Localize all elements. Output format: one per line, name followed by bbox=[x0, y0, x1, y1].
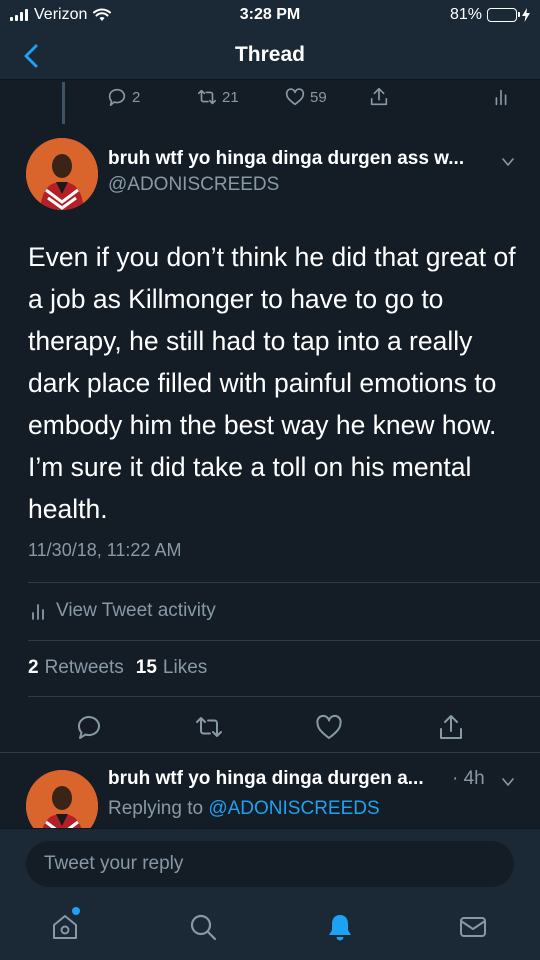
prev-analytics-button[interactable] bbox=[490, 86, 512, 108]
reply-author-name[interactable]: bruh wtf yo hinga dinga durgen a... bbox=[108, 768, 424, 790]
view-tweet-activity-link[interactable]: View Tweet activity bbox=[30, 600, 216, 622]
search-icon bbox=[190, 914, 217, 941]
divider bbox=[28, 696, 540, 697]
tab-messages[interactable] bbox=[456, 910, 490, 944]
home-icon bbox=[53, 915, 77, 939]
tab-notifications[interactable] bbox=[323, 910, 357, 944]
prev-like-count: 59 bbox=[310, 88, 327, 106]
author-handle[interactable]: @ADONISCREEDS bbox=[108, 174, 279, 196]
retweet-icon bbox=[196, 717, 222, 737]
share-icon bbox=[370, 87, 388, 106]
share-button[interactable] bbox=[436, 712, 466, 742]
reply-input-placeholder: Tweet your reply bbox=[44, 853, 184, 874]
chevron-down-icon[interactable] bbox=[500, 774, 516, 790]
replying-to-handle[interactable]: @ADONISCREEDS bbox=[208, 798, 379, 819]
tab-home[interactable] bbox=[48, 910, 82, 944]
retweet-label[interactable]: Retweets bbox=[45, 657, 124, 679]
prev-reply-count: 2 bbox=[132, 88, 141, 106]
tweet-text: Even if you don’t think he did that grea… bbox=[28, 242, 516, 524]
divider bbox=[28, 640, 540, 641]
activity-label: View Tweet activity bbox=[56, 600, 216, 621]
envelope-icon bbox=[460, 917, 486, 937]
heart-icon bbox=[316, 714, 342, 739]
previous-tweet-actions: 2 21 59 bbox=[0, 86, 540, 112]
chevron-down-icon[interactable] bbox=[500, 154, 516, 170]
status-bar: Verizon 3:28 PM 81% bbox=[0, 0, 540, 32]
prev-share-button[interactable] bbox=[368, 86, 390, 108]
author-name[interactable]: bruh wtf yo hinga dinga durgen ass w... bbox=[108, 148, 464, 170]
like-label[interactable]: Likes bbox=[163, 657, 207, 679]
battery-status: 81% bbox=[450, 6, 530, 24]
heart-icon bbox=[285, 88, 305, 106]
battery-percent: 81% bbox=[449, 6, 482, 23]
reply-composer-bar: Tweet your reply bbox=[0, 828, 540, 898]
retweet-button[interactable] bbox=[194, 712, 224, 742]
page-title: Thread bbox=[234, 43, 305, 66]
like-count[interactable]: 15 bbox=[136, 657, 157, 679]
analytics-icon bbox=[32, 604, 44, 620]
navigation-bar: Thread bbox=[0, 32, 540, 80]
prev-like-button[interactable]: 59 bbox=[284, 86, 327, 108]
reply-input[interactable]: Tweet your reply bbox=[26, 841, 514, 887]
reply-icon bbox=[108, 88, 126, 107]
prev-retweet-button[interactable]: 21 bbox=[196, 86, 239, 108]
analytics-icon bbox=[495, 89, 507, 106]
charging-icon bbox=[522, 8, 530, 22]
prev-retweet-count: 21 bbox=[222, 88, 239, 106]
reply-button[interactable] bbox=[74, 712, 104, 742]
retweet-icon bbox=[197, 89, 217, 105]
reply-icon bbox=[78, 716, 100, 739]
battery-icon bbox=[487, 8, 520, 22]
bell-icon bbox=[329, 915, 351, 941]
replying-to-prefix: Replying to bbox=[108, 798, 204, 819]
tab-search[interactable] bbox=[186, 910, 220, 944]
tweet-actions bbox=[0, 712, 540, 742]
like-button[interactable] bbox=[314, 712, 344, 742]
divider bbox=[28, 582, 540, 583]
engagement-stats: 2 Retweets 15 Likes bbox=[28, 657, 207, 679]
retweet-count[interactable]: 2 bbox=[28, 657, 39, 679]
reply-timestamp: · 4h bbox=[452, 768, 485, 789]
replying-to: Replying to @ADONISCREEDS bbox=[108, 798, 380, 820]
new-content-indicator bbox=[72, 907, 80, 915]
tab-bar bbox=[0, 898, 540, 960]
share-icon bbox=[440, 715, 462, 739]
avatar[interactable] bbox=[26, 138, 98, 210]
divider bbox=[0, 752, 540, 753]
tweet-timestamp: 11/30/18, 11:22 AM bbox=[28, 540, 182, 560]
prev-reply-button[interactable]: 2 bbox=[106, 86, 140, 108]
